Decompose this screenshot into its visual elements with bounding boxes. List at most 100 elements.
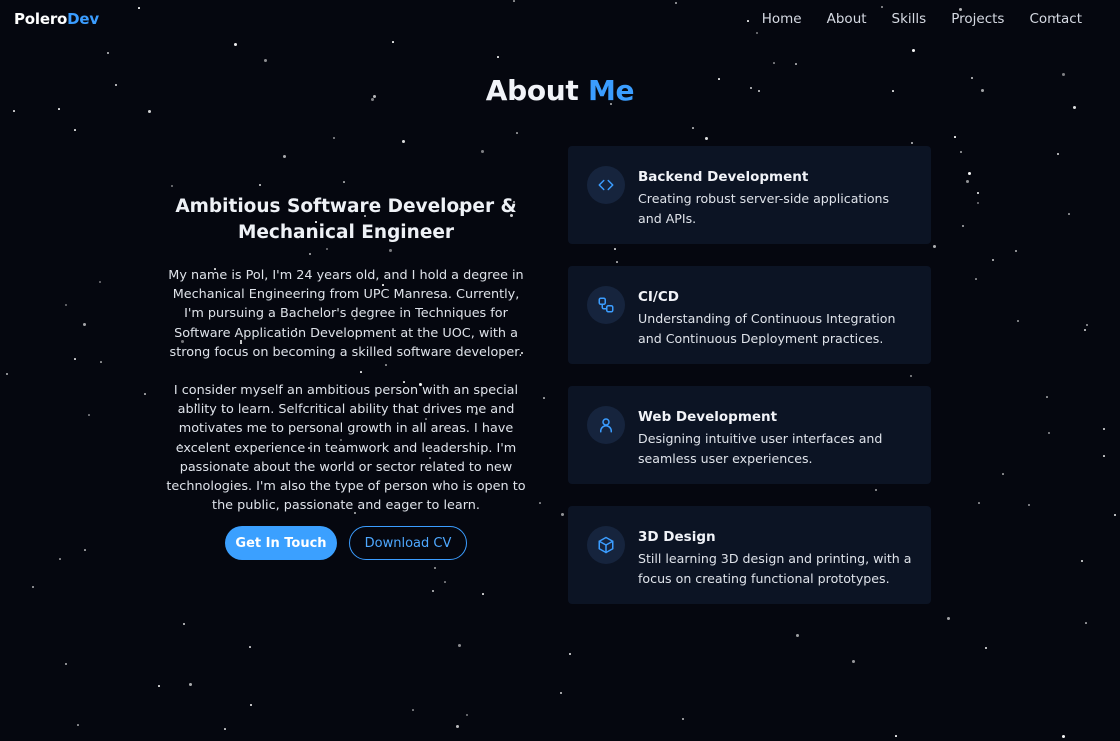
star [32,586,34,588]
star [1028,504,1030,506]
star [933,245,936,248]
star [99,281,101,283]
star [947,617,950,620]
star [412,709,414,711]
star [100,361,102,363]
star [458,644,461,647]
star [977,202,979,204]
star [895,735,897,737]
star [264,59,267,62]
star [59,558,61,560]
star [58,108,60,110]
star [1015,250,1017,252]
star [1114,514,1116,516]
star [954,136,956,138]
about-paragraph-2: I consider myself an ambitious person wi… [166,383,526,514]
section-title: About Me [0,74,1120,107]
skill-card-title: Backend Development [638,169,809,185]
star [773,62,775,64]
star [960,151,962,153]
star [224,728,226,730]
star [1068,213,1070,215]
star [83,323,86,326]
code-icon [587,166,625,204]
star [497,56,499,58]
star [1017,320,1019,322]
star [692,127,694,129]
nav-link-skills[interactable]: Skills [892,11,927,27]
nav-links: Home About Skills Projects Contact [737,11,1082,27]
page: PoleroDev Home About Skills Projects Con… [0,0,1120,741]
star [74,129,76,131]
star [434,567,436,569]
star [1103,455,1105,457]
star [456,725,459,728]
star [249,646,251,648]
star [6,373,8,375]
star [796,634,799,637]
star [148,110,151,113]
star [966,180,969,183]
star [561,513,564,516]
star [852,660,855,663]
star [682,718,684,720]
skill-card-description: Understanding of Continuous Integration … [638,311,896,346]
skill-card-backend: Backend Development Creating robust serv… [568,146,931,244]
star [543,397,545,399]
skill-card-description: Still learning 3D design and printing, w… [638,551,912,586]
star [444,581,446,583]
star [158,685,160,687]
star [432,590,434,592]
about-subtitle: Ambitious Software Developer & Mechanica… [175,196,517,243]
section-title-accent: Me [587,74,635,107]
nav-link-about[interactable]: About [827,11,867,27]
nav-link-home[interactable]: Home [762,11,802,27]
star [516,132,518,134]
star [74,358,76,360]
star [1081,560,1083,562]
about-intro: Ambitious Software Developer & Mechanica… [164,194,528,515]
star [560,692,562,694]
nav-link-contact[interactable]: Contact [1029,11,1082,27]
cube-icon [587,526,625,564]
star [234,43,237,46]
star [1002,473,1004,475]
star [1048,432,1050,434]
star [912,49,915,52]
star [985,647,987,649]
star [1103,428,1105,430]
star [992,259,994,261]
star [1084,329,1086,331]
skill-card-title: 3D Design [638,529,716,545]
skill-card-title: Web Development [638,409,778,425]
star [977,192,979,194]
star [84,549,86,551]
star [569,653,571,655]
star [171,185,173,187]
star [144,393,146,395]
star [88,414,90,416]
get-in-touch-button[interactable]: Get In Touch [225,526,337,560]
star [392,41,394,43]
star [250,704,252,706]
nav-link-projects[interactable]: Projects [951,11,1004,27]
star [705,137,708,140]
skill-card-title: CI/CD [638,289,679,305]
star [1086,324,1088,326]
star [975,278,977,280]
download-cv-button[interactable]: Download CV [349,526,467,560]
star [77,724,79,726]
logo-accent: Dev [67,10,99,28]
logo[interactable]: PoleroDev [14,10,99,28]
section-title-prefix: About [485,74,579,107]
star [1062,735,1065,738]
star [911,142,913,144]
star [481,150,484,153]
about-paragraph-1: My name is Pol, I'm 24 years old, and I … [168,268,524,360]
star [283,155,286,158]
logo-prefix: Polero [14,10,68,28]
star [968,172,971,175]
star [482,593,484,595]
star [65,304,67,306]
star [183,623,185,625]
